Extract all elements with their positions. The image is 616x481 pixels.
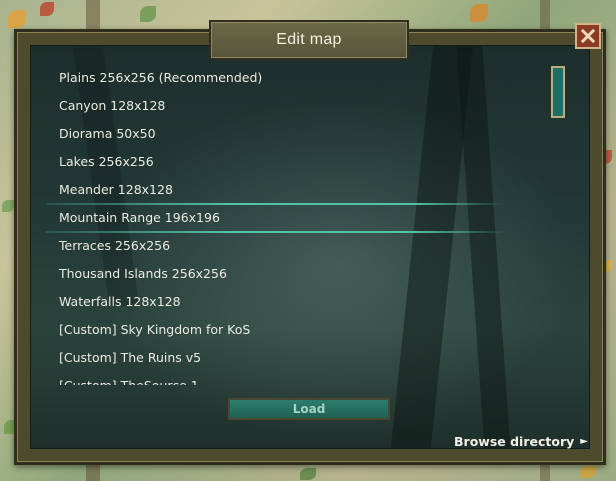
dialog-title-text: Edit map xyxy=(276,31,342,48)
map-list-scrollbar-thumb[interactable] xyxy=(551,66,565,118)
map-list-item[interactable]: Waterfalls 128x128 xyxy=(46,288,516,316)
close-button[interactable] xyxy=(575,23,601,49)
map-list-item[interactable]: Canyon 128x128 xyxy=(46,92,516,120)
load-button-label: Load xyxy=(292,402,326,416)
map-list-item[interactable]: [Custom] TheSource 1 xyxy=(46,372,516,385)
map-list-item[interactable]: Meander 128x128 xyxy=(46,176,516,204)
play-arrow-icon: ► xyxy=(580,436,588,447)
map-list-item[interactable]: Plains 256x256 (Recommended) xyxy=(46,64,516,92)
map-list[interactable]: Plains 256x256 (Recommended) Canyon 128x… xyxy=(46,64,516,385)
browse-directory-label: Browse directory xyxy=(454,434,575,449)
load-button[interactable]: Load xyxy=(228,398,390,420)
map-list-item-selected[interactable]: Mountain Range 196x196 xyxy=(46,203,516,233)
dialog-title: Edit map xyxy=(209,20,409,60)
map-list-item[interactable]: Terraces 256x256 xyxy=(46,232,516,260)
close-x-icon xyxy=(580,28,596,44)
map-list-item[interactable]: Lakes 256x256 xyxy=(46,148,516,176)
map-list-item[interactable]: Thousand Islands 256x256 xyxy=(46,260,516,288)
edit-map-dialog: Edit map Plains 256x256 (Recommended) Ca… xyxy=(14,20,606,465)
map-list-item[interactable]: [Custom] The Ruins v5 xyxy=(46,344,516,372)
browse-directory-link[interactable]: Browse directory ► xyxy=(454,434,588,449)
map-list-item[interactable]: Diorama 50x50 xyxy=(46,120,516,148)
map-list-item[interactable]: [Custom] Sky Kingdom for KoS xyxy=(46,316,516,344)
